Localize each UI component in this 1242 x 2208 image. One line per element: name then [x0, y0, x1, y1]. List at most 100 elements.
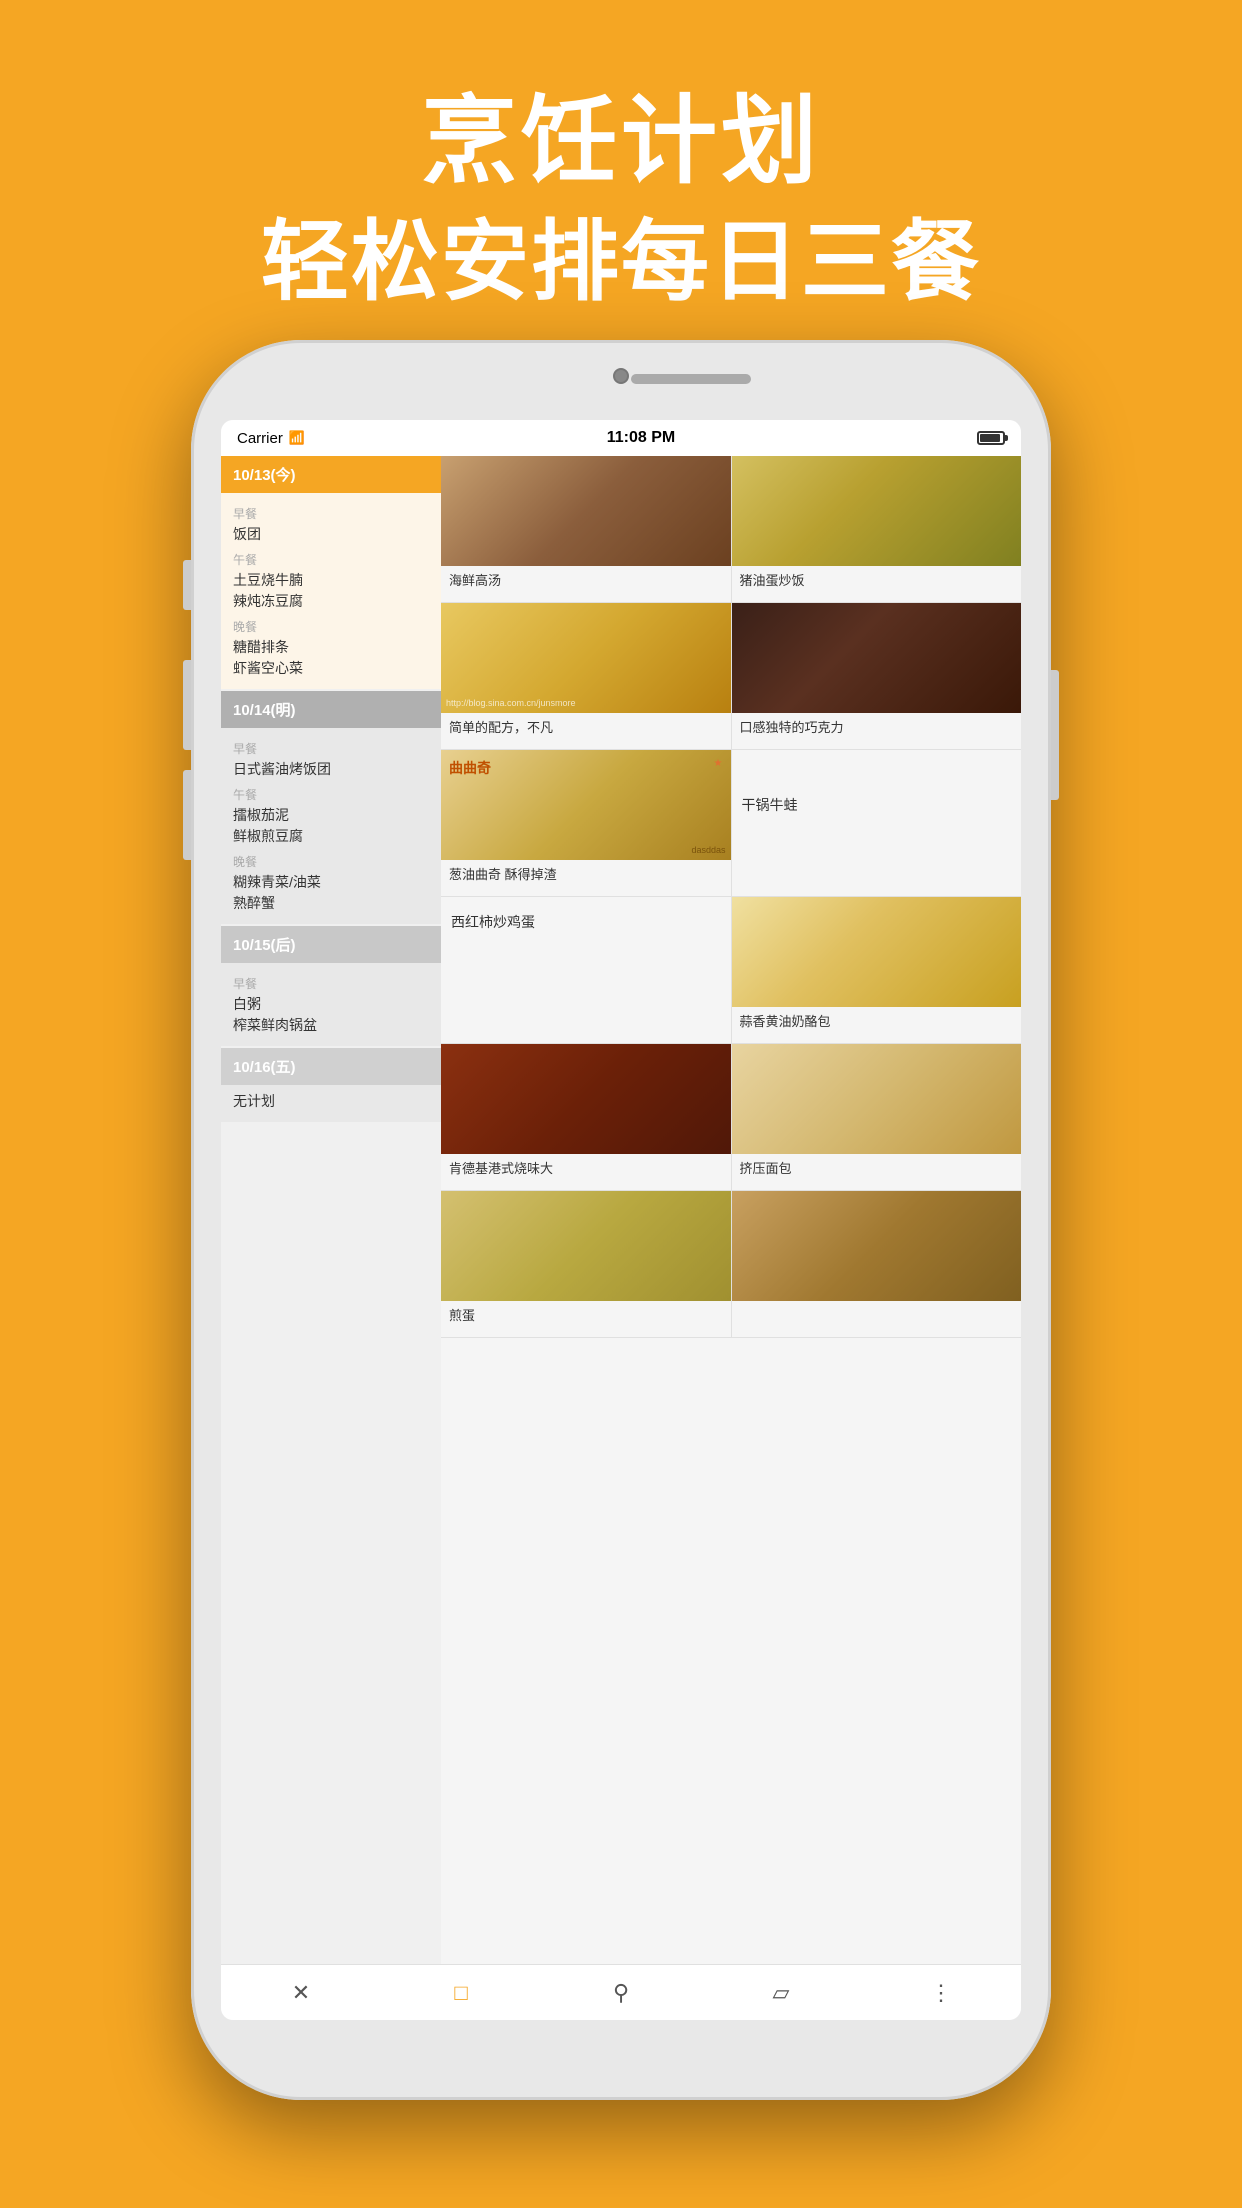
battery-indicator — [977, 431, 1005, 445]
tab-bar: ✕ □ ⚲ ▱ ⋮ — [221, 1964, 1021, 2020]
meal-item: 鲜椒煎豆腐 — [233, 826, 429, 847]
recipe-image-kfc-pork — [441, 1044, 731, 1154]
day-content-today: 早餐 饭团 午餐 土豆烧牛腩 辣炖冻豆腐 晚餐 糖醋排条 虾酱空心菜 — [221, 493, 441, 689]
recipe-col[interactable]: 口感独特的巧克力 — [732, 603, 1022, 749]
tab-search[interactable]: ⚲ — [591, 1973, 651, 2013]
tab-more[interactable]: ⋮ — [911, 1973, 971, 2013]
meal-type-breakfast-today: 早餐 — [233, 505, 429, 522]
recipe-image-extra — [732, 1191, 1022, 1301]
time-display: 11:08 PM — [607, 429, 675, 447]
recipe-label: 肯德基港式烧味大 — [441, 1154, 731, 1190]
recipe-col[interactable]: 煎蛋 — [441, 1191, 732, 1337]
recipe-row-3: 曲曲奇 ★ dasddas 葱油曲奇 酥得掉渣 干锅牛蛙 — [441, 750, 1021, 897]
meal-item: 虾酱空心菜 — [233, 658, 429, 679]
recipe-col-dry-pot-frog[interactable]: 干锅牛蛙 — [732, 750, 1022, 896]
food-image — [441, 603, 731, 713]
header-line1: 烹饪计划 — [0, 80, 1242, 205]
meal-item-no-plan: 无计划 — [233, 1091, 429, 1112]
recipe-label-tomato-egg: 西红柿炒鸡蛋 — [451, 912, 535, 932]
recipe-row-2: http://blog.sina.com.cn/junsmore 简单的配方，不… — [441, 603, 1021, 750]
recipe-label: 蒜香黄油奶酪包 — [732, 1007, 1022, 1043]
recipe-image-seafood-soup — [441, 456, 731, 566]
calendar-icon: □ — [454, 1980, 467, 2006]
more-icon: ⋮ — [930, 1980, 952, 2006]
meal-item: 榨菜鲜肉锅盆 — [233, 1015, 429, 1036]
recipe-col[interactable]: 肯德基港式烧味大 — [441, 1044, 732, 1190]
carrier-text: Carrier — [237, 430, 283, 447]
recipe-col-tomato-egg[interactable]: 西红柿炒鸡蛋 — [441, 897, 732, 1043]
tab-calendar[interactable]: □ — [431, 1973, 491, 2013]
meal-plan-panel[interactable]: 10/13(今) 早餐 饭团 午餐 土豆烧牛腩 辣炖冻豆腐 晚餐 糖醋排条 虾酱… — [221, 456, 441, 1964]
meal-item: 白粥 — [233, 994, 429, 1015]
day-block-today: 10/13(今) 早餐 饭团 午餐 土豆烧牛腩 辣炖冻豆腐 晚餐 糖醋排条 虾酱… — [221, 456, 441, 689]
day-content-dayafter: 早餐 白粥 榨菜鲜肉锅盆 — [221, 963, 441, 1046]
wifi-icon: 📶 — [289, 430, 305, 446]
header-section: 烹饪计划 轻松安排每日三餐 — [0, 0, 1242, 319]
recipe-col[interactable]: 挤压面包 — [732, 1044, 1022, 1190]
recipe-row-4: 西红柿炒鸡蛋 蒜香黄油奶酪包 — [441, 897, 1021, 1044]
recipe-col[interactable]: 蒜香黄油奶酪包 — [732, 897, 1022, 1043]
recipe-label — [732, 1301, 1022, 1337]
day-header-tomorrow[interactable]: 10/14(明) — [221, 691, 441, 728]
meal-type-breakfast-tomorrow: 早餐 — [233, 740, 429, 757]
image-watermark: http://blog.sina.com.cn/junsmore — [446, 698, 576, 708]
recipe-col[interactable]: http://blog.sina.com.cn/junsmore 简单的配方，不… — [441, 603, 732, 749]
meal-type-lunch-today: 午餐 — [233, 551, 429, 568]
phone-mockup: Carrier 📶 11:08 PM 10/13(今) — [191, 340, 1051, 2140]
phone-button-vol-up — [183, 660, 191, 750]
header-line2: 轻松安排每日三餐 — [0, 205, 1242, 319]
meal-item: 擂椒茄泥 — [233, 805, 429, 826]
tag-icon: ▱ — [773, 1980, 790, 2006]
battery-icon — [977, 431, 1005, 445]
overlay-icon: ★ — [714, 758, 723, 769]
meal-type-lunch-tomorrow: 午餐 — [233, 786, 429, 803]
meal-type-breakfast-dayafter: 早餐 — [233, 975, 429, 992]
recipe-row-5: 肯德基港式烧味大 挤压面包 — [441, 1044, 1021, 1191]
phone-button-power — [1051, 670, 1059, 800]
recipe-col[interactable]: 曲曲奇 ★ dasddas 葱油曲奇 酥得掉渣 — [441, 750, 732, 896]
food-image: 曲曲奇 ★ dasddas — [441, 750, 731, 860]
phone-button-vol-down — [183, 770, 191, 860]
recipe-image-garlic-bread — [732, 897, 1022, 1007]
tab-tag[interactable]: ▱ — [751, 1973, 811, 2013]
recipe-col[interactable] — [732, 1191, 1022, 1337]
recipe-image-simple-recipe: http://blog.sina.com.cn/junsmore — [441, 603, 731, 713]
day-header-dayafter[interactable]: 10/15(后) — [221, 926, 441, 963]
day-header-today[interactable]: 10/13(今) — [221, 456, 441, 493]
meal-item: 日式酱油烤饭团 — [233, 759, 429, 780]
recipe-label: 挤压面包 — [732, 1154, 1022, 1190]
meal-item: 糊辣青菜/油菜 — [233, 872, 429, 893]
carrier-indicator: Carrier 📶 — [237, 430, 305, 447]
recipe-text-only-area: 干锅牛蛙 — [732, 750, 1022, 860]
recipe-row-1: 海鲜高汤 猪油蛋炒饭 — [441, 456, 1021, 603]
overlay-label: 曲曲奇 — [449, 758, 491, 778]
recipe-label: 口感独特的巧克力 — [732, 713, 1022, 749]
recipe-label: 猪油蛋炒饭 — [732, 566, 1022, 602]
phone-camera — [613, 368, 629, 384]
meal-item: 熟醉蟹 — [233, 893, 429, 914]
phone-screen: Carrier 📶 11:08 PM 10/13(今) — [221, 420, 1021, 2020]
day-header-friday[interactable]: 10/16(五) — [221, 1048, 441, 1085]
main-content: 10/13(今) 早餐 饭团 午餐 土豆烧牛腩 辣炖冻豆腐 晚餐 糖醋排条 虾酱… — [221, 456, 1021, 1964]
recipe-col[interactable]: 猪油蛋炒饭 — [732, 456, 1022, 602]
recipe-label: 海鲜高汤 — [441, 566, 731, 602]
meal-type-dinner-tomorrow: 晚餐 — [233, 853, 429, 870]
recipe-label-dry-pot-frog: 干锅牛蛙 — [742, 795, 798, 815]
recipe-row-6: 煎蛋 — [441, 1191, 1021, 1338]
recipe-text-only-area: 西红柿炒鸡蛋 — [441, 897, 731, 947]
day-block-friday: 10/16(五) 无计划 — [221, 1048, 441, 1122]
meal-item: 饭团 — [233, 524, 429, 545]
recipe-label: 煎蛋 — [441, 1301, 731, 1337]
meal-item: 土豆烧牛腩 — [233, 570, 429, 591]
close-icon: ✕ — [292, 1980, 310, 2006]
recipe-col[interactable]: 海鲜高汤 — [441, 456, 732, 602]
recipe-image-squeeze-bread — [732, 1044, 1022, 1154]
battery-fill — [980, 434, 1000, 442]
tab-close[interactable]: ✕ — [271, 1973, 331, 2013]
phone-button-mute — [183, 560, 191, 610]
recipe-panel[interactable]: 海鲜高汤 猪油蛋炒饭 http://blog.sina.com.cn/ju — [441, 456, 1021, 1964]
recipe-image-egg-dish — [441, 1191, 731, 1301]
search-icon: ⚲ — [613, 1980, 629, 2006]
meal-item: 糖醋排条 — [233, 637, 429, 658]
recipe-image-onion-cookie: 曲曲奇 ★ dasddas — [441, 750, 731, 860]
